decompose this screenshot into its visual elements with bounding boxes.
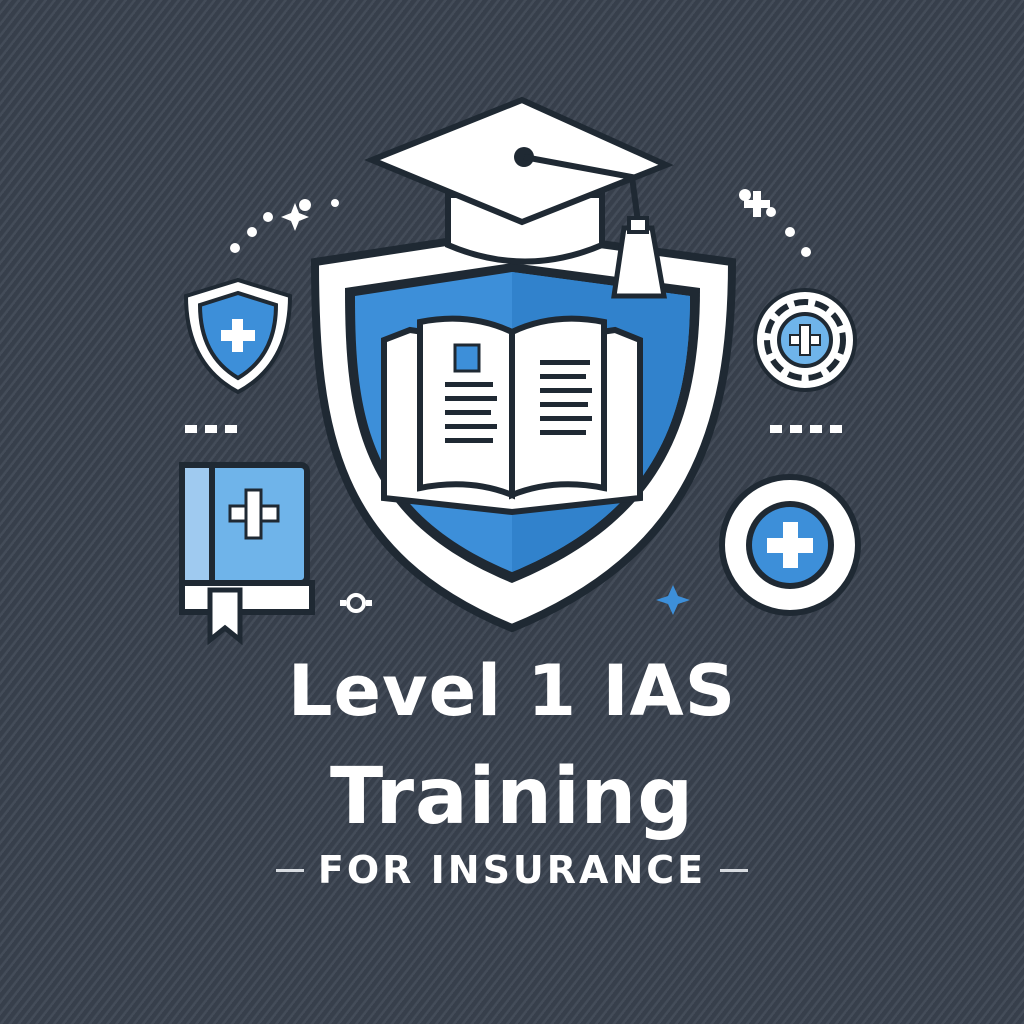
book-plus-icon (179, 462, 315, 646)
sparkle-blue-icon (656, 585, 690, 615)
circle-plus-icon (719, 474, 861, 616)
tagline-row: FOR INSURANCE (0, 848, 1024, 892)
small-ring-icon (340, 593, 372, 613)
title-line-1: Level 1 IAS (287, 650, 737, 732)
tagline: FOR INSURANCE (317, 848, 707, 892)
open-book-icon (381, 315, 643, 516)
tagline-rule-right (720, 868, 749, 872)
shield-plus-icon (183, 277, 293, 395)
title-line-2: Training (329, 752, 695, 842)
gear-plus-icon (753, 288, 857, 392)
tagline-rule-left (275, 868, 304, 872)
